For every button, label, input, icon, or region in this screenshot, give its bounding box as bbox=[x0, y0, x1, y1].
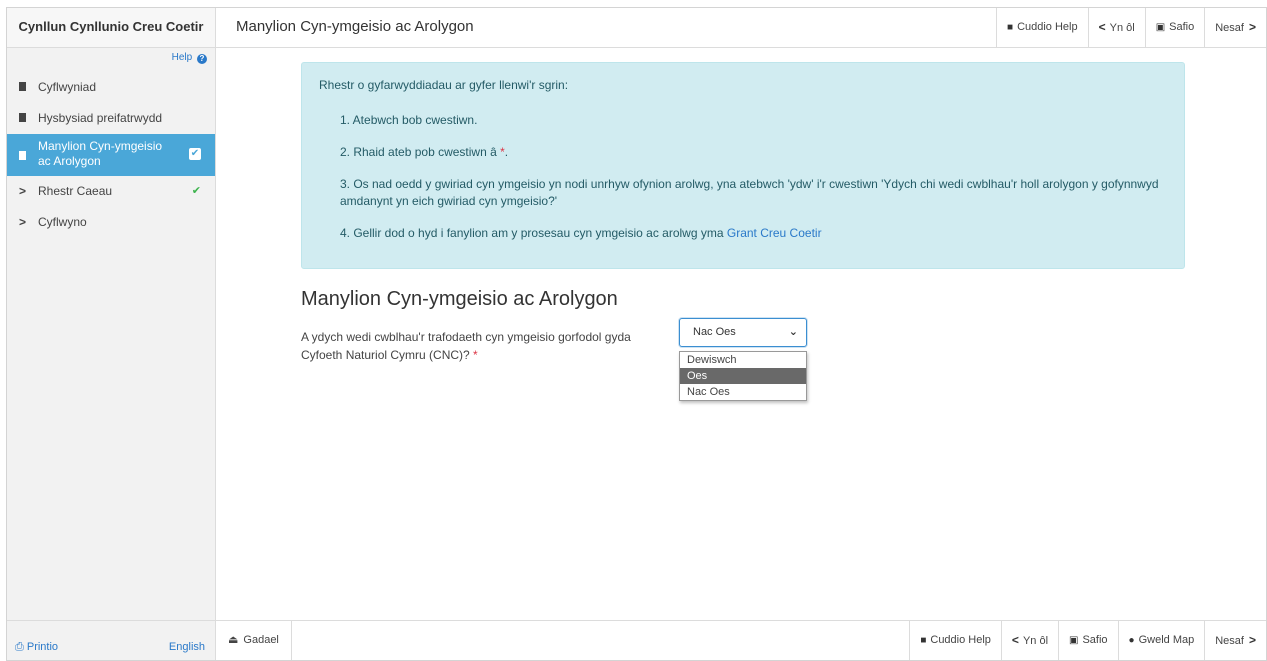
chevron-right-icon: > bbox=[1248, 633, 1256, 647]
hide-help-button[interactable]: ■ Cuddio Help bbox=[996, 8, 1088, 47]
sidebar-item-label: Cyflwyniad bbox=[38, 80, 97, 94]
answer-select[interactable]: Nac Oes ⌄ bbox=[679, 318, 807, 347]
instructions-intro: Rhestr o gyfarwyddiadau ar gyfer llenwi'… bbox=[319, 78, 569, 92]
select-dropdown: Dewiswch Oes Nac Oes bbox=[679, 351, 807, 401]
list-item: 1. Atebwch bob cwestiwn. bbox=[340, 113, 478, 127]
select-value: Nac Oes bbox=[693, 326, 736, 338]
sidebar-footer: ⎙ Printio English bbox=[7, 620, 215, 660]
list-item-end: . bbox=[504, 145, 509, 159]
top-toolbar-buttons: ■ Cuddio Help < Yn ôl ▣ Safio Nesaf > bbox=[996, 8, 1266, 47]
question-text: A ydych wedi cwblhau'r trafodaeth cyn ym… bbox=[301, 330, 631, 362]
next-label: Nesaf bbox=[1215, 22, 1244, 34]
sidebar-item-label: Hysbysiad preifatrwydd bbox=[38, 111, 163, 125]
chevron-left-icon: < bbox=[1011, 633, 1019, 647]
select-option-dewiswch[interactable]: Dewiswch bbox=[680, 352, 806, 368]
checkbox-check-icon: ✔ bbox=[189, 148, 201, 160]
content-area: Rhestr o gyfarwyddiadau ar gyfer llenwi'… bbox=[216, 48, 1266, 620]
check-icon: ✔ bbox=[191, 185, 201, 197]
top-toolbar: Manylion Cyn-ymgeisio ac Arolygon ■ Cuddi… bbox=[216, 8, 1266, 48]
eject-icon: ⏏ bbox=[228, 634, 239, 646]
hide-help-button[interactable]: ■ Cuddio Help bbox=[909, 621, 1001, 660]
sidebar-item-field-list[interactable]: > Rhestr Caeau ✔ bbox=[7, 176, 215, 207]
floppy-disk-icon: ▣ bbox=[1155, 22, 1166, 33]
exit-label: Gadael bbox=[243, 634, 279, 646]
sidebar: Cynllun Cynllunio Creu Coetir Help ? Cyf… bbox=[7, 8, 216, 660]
back-button[interactable]: < Yn ôl bbox=[1087, 8, 1145, 47]
back-button[interactable]: < Yn ôl bbox=[1000, 621, 1058, 660]
exit-button[interactable]: ⏏ Gadael bbox=[216, 621, 292, 660]
document-icon bbox=[19, 151, 26, 160]
section-title: Manylion Cyn-ymgeisio ac Arolygon bbox=[301, 288, 618, 310]
sidebar-item-label: Rhestr Caeau bbox=[38, 184, 113, 198]
chevron-down-icon: ⌄ bbox=[788, 326, 798, 338]
hide-help-label: Cuddio Help bbox=[1017, 21, 1078, 33]
save-button[interactable]: ▣ Safio bbox=[1144, 8, 1205, 47]
document-icon bbox=[19, 82, 26, 91]
book-icon: ■ bbox=[920, 635, 927, 646]
print-link[interactable]: ⎙ Printio bbox=[15, 641, 58, 654]
save-label: Safio bbox=[1169, 21, 1195, 33]
sidebar-item-label: Cyflwyno bbox=[38, 215, 87, 229]
question-label: A ydych wedi cwblhau'r trafodaeth cyn ym… bbox=[301, 328, 661, 364]
required-marker: * bbox=[473, 348, 478, 362]
sidebar-item-cyflwyniad[interactable]: Cyflwyniad bbox=[7, 72, 215, 103]
document-icon bbox=[19, 113, 26, 122]
help-link[interactable]: Help ? bbox=[7, 48, 215, 72]
list-item-text: 4. Gellir dod o hyd i fanylion am y pros… bbox=[340, 226, 724, 240]
list-item: 2. Rhaid ateb pob cwestiwn â *. bbox=[340, 144, 1170, 161]
language-link[interactable]: English bbox=[169, 641, 205, 653]
next-label: Nesaf bbox=[1215, 635, 1244, 647]
sidebar-item-pre-application[interactable]: Manylion Cyn-ymgeisio ac Arolygon ✔ bbox=[7, 134, 215, 176]
app-frame: Cynllun Cynllunio Creu Coetir Help ? Cyf… bbox=[6, 7, 1267, 661]
question-icon: ? bbox=[197, 54, 207, 64]
select-option-nac-oes[interactable]: Nac Oes bbox=[680, 384, 806, 400]
book-icon: ■ bbox=[1007, 22, 1014, 33]
save-label: Safio bbox=[1082, 634, 1108, 646]
list-item: 3. Os nad oedd y gwiriad cyn ymgeisio yn… bbox=[340, 177, 1159, 208]
save-button[interactable]: ▣ Safio bbox=[1058, 621, 1118, 660]
next-button[interactable]: Nesaf > bbox=[1204, 8, 1266, 47]
instructions-list: 1. Atebwch bob cwestiwn. 2. Rhaid ateb p… bbox=[340, 112, 1170, 257]
view-map-button[interactable]: ● Gweld Map bbox=[1117, 621, 1205, 660]
bottom-toolbar-buttons: ■ Cuddio Help < Yn ôl ▣ Safio ● Gweld Map Ne… bbox=[909, 621, 1266, 660]
list-item: 4. Gellir dod o hyd i fanylion am y pros… bbox=[340, 225, 1170, 242]
help-label: Help bbox=[171, 52, 193, 63]
grant-link[interactable]: Grant Creu Coetir bbox=[727, 226, 822, 240]
back-label: Yn ôl bbox=[1109, 22, 1135, 34]
hide-help-label: Cuddio Help bbox=[930, 634, 991, 646]
next-button[interactable]: Nesaf > bbox=[1204, 621, 1266, 660]
chevron-right-icon: > bbox=[1248, 20, 1256, 34]
print-label: Printio bbox=[26, 641, 59, 653]
chevron-right-icon: > bbox=[19, 184, 27, 198]
sidebar-item-submit[interactable]: > Cyflwyno bbox=[7, 207, 215, 238]
main-area: Manylion Cyn-ymgeisio ac Arolygon ■ Cuddi… bbox=[216, 8, 1266, 660]
page-title: Manylion Cyn-ymgeisio ac Arolygon bbox=[236, 18, 474, 35]
printer-icon: ⎙ bbox=[15, 641, 27, 653]
floppy-disk-icon: ▣ bbox=[1069, 635, 1079, 646]
sidebar-item-privacy[interactable]: Hysbysiad preifatrwydd bbox=[7, 103, 215, 134]
bottom-toolbar: ⏏ Gadael ■ Cuddio Help < Yn ôl ▣ Safio ● Gwel… bbox=[216, 620, 1266, 660]
chevron-left-icon: < bbox=[1098, 20, 1106, 34]
select-option-oes[interactable]: Oes bbox=[680, 368, 806, 384]
instructions-panel: Rhestr o gyfarwyddiadau ar gyfer llenwi'… bbox=[301, 62, 1185, 269]
globe-icon: ● bbox=[1128, 635, 1135, 646]
list-item-text: 2. Rhaid ateb pob cwestiwn â bbox=[340, 145, 497, 159]
back-label: Yn ôl bbox=[1022, 635, 1049, 647]
chevron-right-icon: > bbox=[19, 215, 27, 229]
sidebar-title: Cynllun Cynllunio Creu Coetir bbox=[7, 8, 215, 48]
sidebar-item-label: Manylion Cyn-ymgeisio ac Arolygon bbox=[38, 139, 163, 168]
view-map-label: Gweld Map bbox=[1138, 634, 1195, 646]
